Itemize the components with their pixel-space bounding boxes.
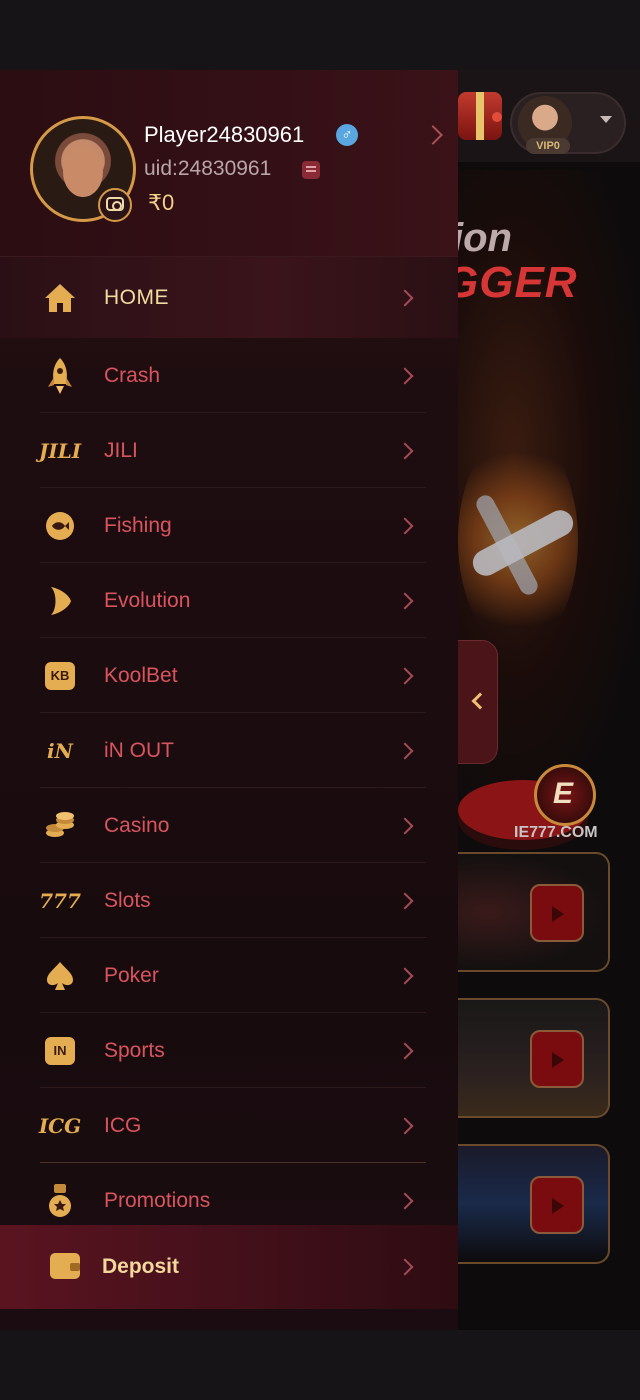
user-id: uid:24830961 bbox=[144, 157, 272, 180]
icon-text: IN bbox=[45, 1036, 75, 1065]
medal-icon bbox=[40, 1183, 80, 1219]
jili-logo-icon: JILI bbox=[38, 433, 82, 469]
icon-text: KB bbox=[45, 661, 75, 690]
player-name: Player24830961 bbox=[144, 122, 305, 147]
chevron-right-icon bbox=[396, 289, 414, 306]
rocket-icon bbox=[40, 357, 80, 394]
menu-label: Poker bbox=[104, 963, 159, 987]
chevron-right-icon bbox=[396, 1117, 414, 1134]
chevron-right-icon bbox=[396, 742, 414, 759]
sports-logo-icon: IN bbox=[40, 1033, 80, 1069]
menu-item-fishing[interactable]: Fishing bbox=[0, 488, 458, 563]
copy-icon[interactable] bbox=[302, 161, 320, 179]
menu-label: Casino bbox=[104, 813, 170, 837]
menu-item-casino[interactable]: Casino bbox=[0, 788, 458, 863]
menu-item-in-out[interactable]: iN iN OUT bbox=[0, 713, 458, 788]
chevron-right-icon bbox=[396, 592, 414, 609]
drawer-collapse-tab[interactable] bbox=[458, 640, 498, 764]
chevron-right-icon bbox=[396, 1192, 414, 1209]
chevron-right-icon bbox=[396, 892, 414, 909]
menu-item-slots[interactable]: 777 Slots bbox=[0, 863, 458, 938]
profile-header[interactable]: Player24830961 ♂ uid:24830961 ₹0 bbox=[0, 70, 458, 256]
site-name: IE777.COM bbox=[514, 824, 598, 841]
notification-dot bbox=[492, 112, 502, 122]
avatar-face bbox=[63, 147, 103, 197]
icon-text: 777 bbox=[39, 888, 81, 913]
chevron-down-icon bbox=[600, 116, 612, 123]
status-bar bbox=[0, 0, 640, 70]
menu-label: ICG bbox=[104, 1113, 142, 1137]
male-gender-icon: ♂ bbox=[336, 124, 358, 146]
game-card[interactable] bbox=[458, 998, 610, 1118]
menu-label: Sports bbox=[104, 1038, 165, 1062]
navigation-bar bbox=[0, 1330, 640, 1400]
chevron-right-icon bbox=[396, 967, 414, 984]
chevron-right-icon[interactable] bbox=[423, 125, 443, 145]
banner-subtitle: GGER bbox=[458, 258, 578, 307]
game-card[interactable] bbox=[458, 1144, 610, 1264]
icon-text: JILI bbox=[38, 438, 82, 463]
menu-item-home[interactable]: HOME bbox=[0, 256, 458, 338]
spade-icon bbox=[40, 958, 80, 994]
menu-item-crash[interactable]: Crash bbox=[0, 338, 458, 413]
chevron-right-icon bbox=[396, 1042, 414, 1059]
chevron-right-icon bbox=[396, 442, 414, 459]
menu-item-icg[interactable]: ICG ICG bbox=[0, 1088, 458, 1163]
menu-item-evolution[interactable]: Evolution bbox=[0, 563, 458, 638]
chevron-right-icon bbox=[396, 1258, 414, 1276]
play-icon[interactable] bbox=[530, 1176, 584, 1234]
chevron-right-icon bbox=[396, 667, 414, 684]
gift-icon[interactable] bbox=[458, 92, 502, 140]
coins-icon bbox=[40, 808, 80, 844]
deposit-button[interactable]: Deposit bbox=[0, 1225, 458, 1309]
deposit-label: Deposit bbox=[102, 1255, 180, 1278]
chevron-right-icon bbox=[396, 817, 414, 834]
inout-logo-icon: iN bbox=[40, 733, 80, 769]
menu-label: Slots bbox=[104, 888, 151, 912]
home-icon bbox=[40, 280, 80, 316]
fish-icon bbox=[40, 508, 80, 544]
play-icon[interactable] bbox=[530, 1030, 584, 1088]
logo-letter: E bbox=[553, 777, 574, 810]
play-icon[interactable] bbox=[530, 884, 584, 942]
camera-icon bbox=[106, 197, 124, 211]
vip-badge: VIP0 bbox=[526, 138, 570, 154]
koolbet-logo-icon: KB bbox=[40, 658, 80, 694]
side-drawer: Player24830961 ♂ uid:24830961 ₹0 HOME Cr… bbox=[0, 70, 458, 1330]
banner-title: ion bbox=[458, 216, 512, 260]
icon-text: ICG bbox=[38, 1113, 82, 1138]
vip-profile-pill[interactable]: VIP0 bbox=[510, 92, 626, 154]
menu-label: iN OUT bbox=[104, 738, 174, 762]
menu-label: HOME bbox=[104, 285, 169, 309]
evolution-logo-icon bbox=[40, 583, 80, 619]
site-logo-icon: E bbox=[534, 764, 596, 826]
menu-label: KoolBet bbox=[104, 663, 178, 687]
chevron-right-icon bbox=[396, 517, 414, 534]
chevron-right-icon bbox=[396, 367, 414, 384]
menu-item-koolbet[interactable]: KB KoolBet bbox=[0, 638, 458, 713]
balance-amount: ₹0 bbox=[148, 190, 175, 215]
slots-777-icon: 777 bbox=[39, 883, 81, 919]
menu-item-poker[interactable]: Poker bbox=[0, 938, 458, 1013]
drawer-menu: HOME Crash JILI JILI Fishing Evolution K… bbox=[0, 256, 458, 1238]
menu-label: JILI bbox=[104, 438, 138, 462]
menu-label: Evolution bbox=[104, 588, 191, 612]
menu-item-sports[interactable]: IN Sports bbox=[0, 1013, 458, 1088]
wallet-icon bbox=[50, 1253, 80, 1279]
menu-label: Fishing bbox=[104, 513, 172, 537]
game-card[interactable] bbox=[458, 852, 610, 972]
background-header: VIP0 bbox=[458, 70, 640, 162]
menu-item-jili[interactable]: JILI JILI bbox=[0, 413, 458, 488]
menu-label: Crash bbox=[104, 363, 161, 387]
menu-label: Promotions bbox=[104, 1188, 211, 1212]
icg-logo-icon: ICG bbox=[38, 1108, 82, 1144]
icon-text: iN bbox=[47, 738, 73, 763]
chevron-left-icon bbox=[471, 692, 489, 710]
